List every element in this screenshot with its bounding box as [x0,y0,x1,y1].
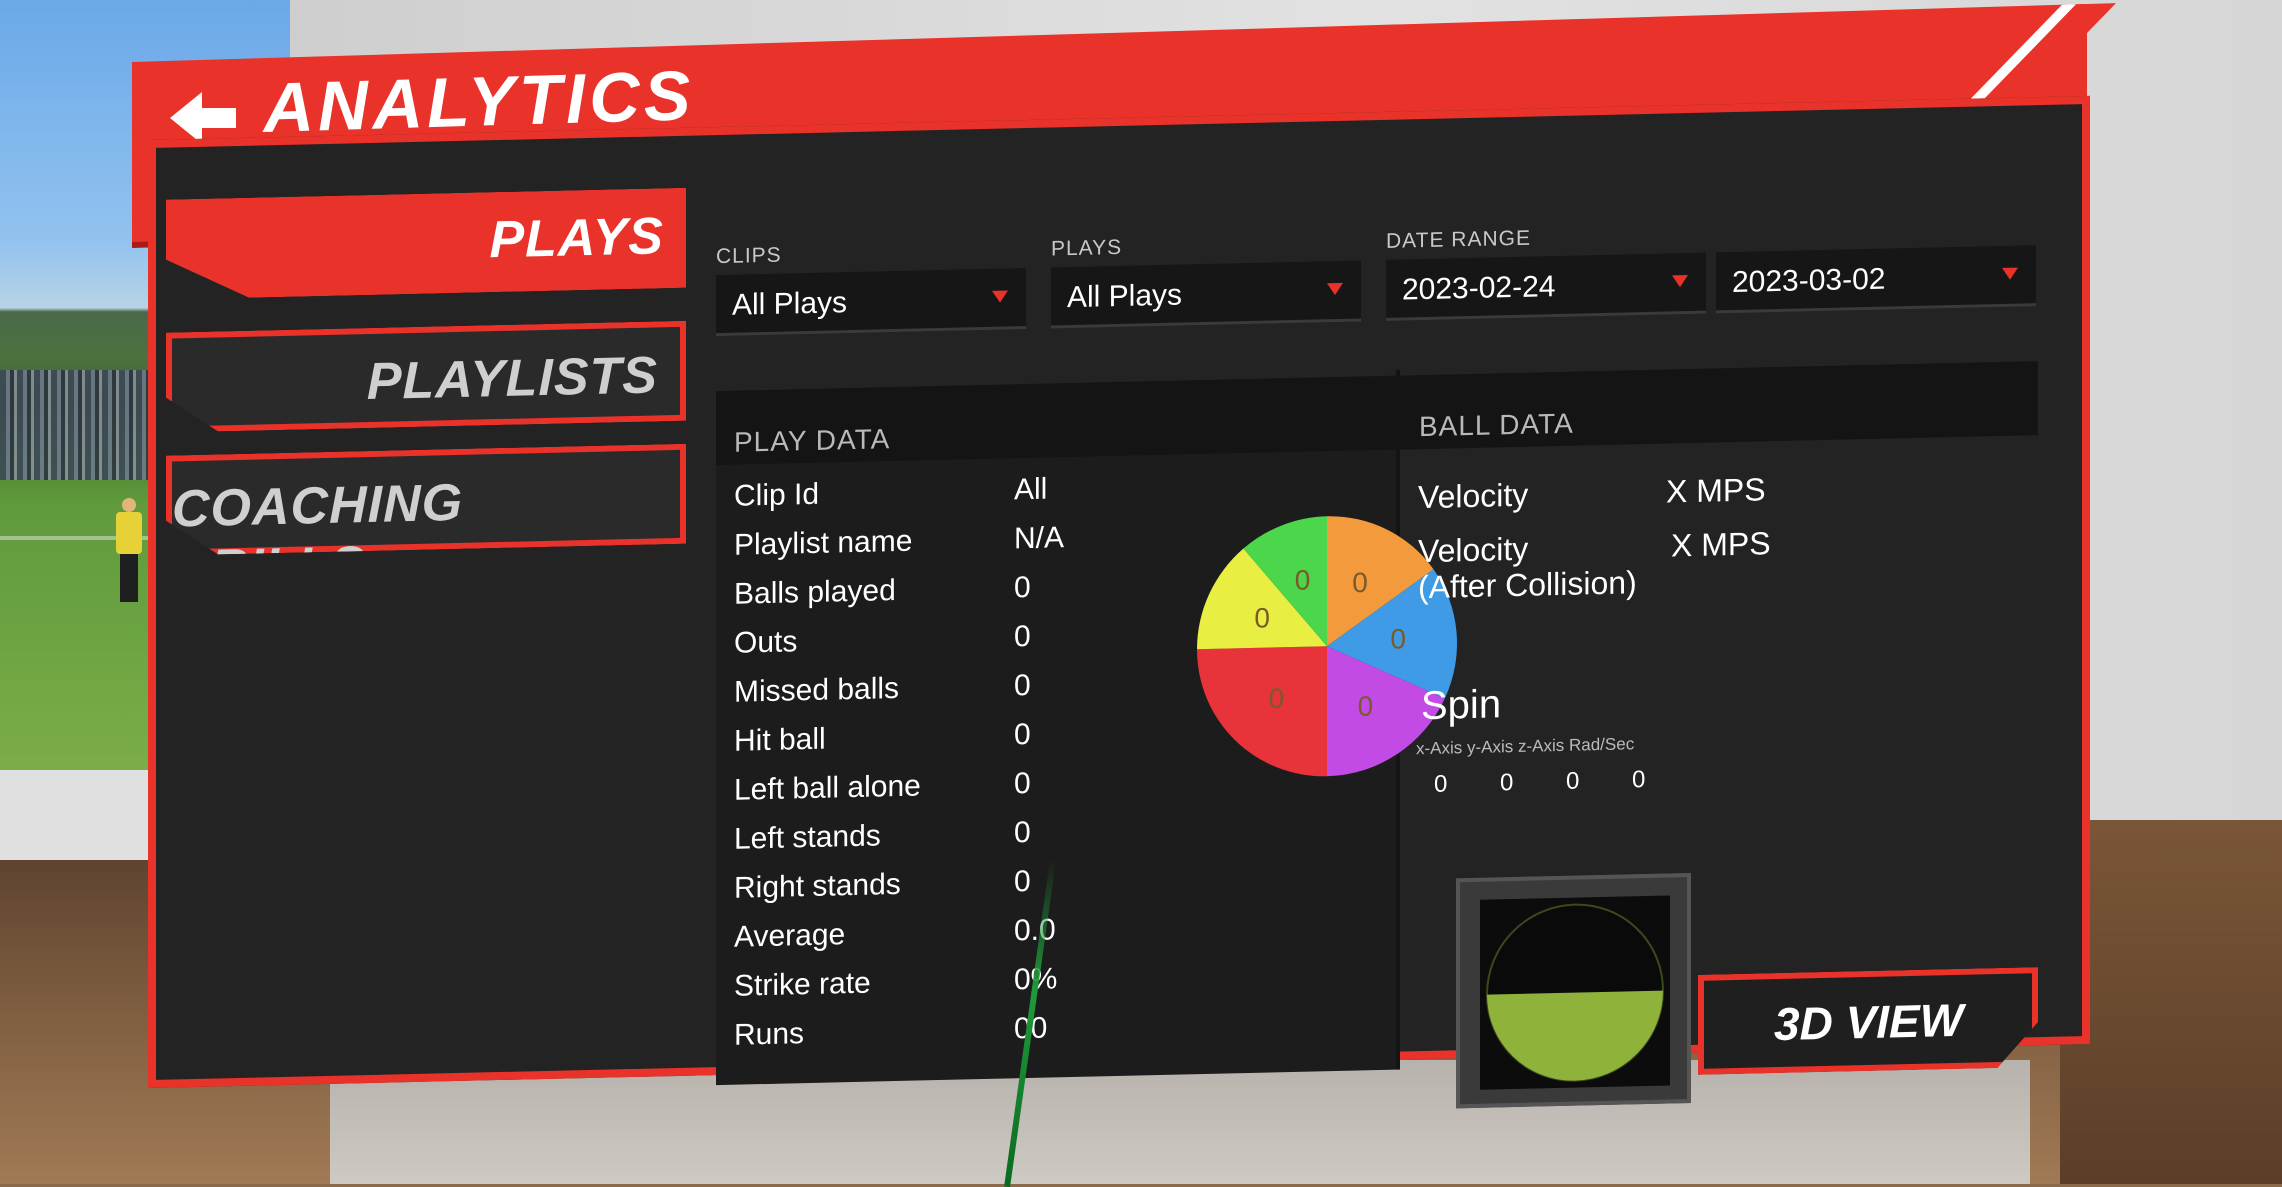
play-data-row-value: 0 [1014,766,1031,801]
ball-data-header: BALL DATA [1401,361,2038,450]
ball-icon [1486,903,1664,1083]
chevron-down-icon [2002,267,2018,280]
play-data-row-value: 0 [1014,717,1031,752]
date-to-value: 2023-03-02 [1732,262,1886,300]
spin-value: 0 [1500,769,1514,797]
date-from-dropdown[interactable]: 2023-02-24 [1386,252,1706,321]
tab-plays[interactable]: PLAYS [166,188,686,300]
tab-playlists[interactable]: PLAYLISTS [166,321,686,433]
plays-dropdown-value: All Plays [1067,278,1183,315]
play-data-row-value: All [1014,472,1048,507]
tab-plays-label: PLAYS [489,207,664,270]
tab-coaching-drills[interactable]: COACHING DRILLS [166,444,686,556]
play-data-row-label: Missed balls [734,671,900,709]
plays-dropdown[interactable]: All Plays [1051,260,1361,329]
play-data-row-label: Playlist name [734,524,913,562]
cricket-player [114,498,144,603]
velocity-after-label: Velocity [1418,530,1529,570]
pie-slice [1197,646,1327,777]
tab-coaching-drills-label: COACHING DRILLS [172,473,464,599]
pie-slice-label: 0 [1352,567,1368,598]
play-data-row-label: Balls played [734,574,896,611]
play-data-row-label: Left stands [734,819,881,856]
play-data-row-value: 0 [1014,668,1031,703]
chevron-down-icon [992,290,1008,303]
play-data-row-label: Runs [734,1017,805,1052]
date-range-label: DATE RANGE [1386,226,1531,253]
spin-axes-labels: x-Axis y-Axis z-Axis Rad/Sec [1416,734,1635,759]
chevron-down-icon [1327,282,1343,296]
ball-spin-preview [1456,872,1691,1109]
pie-slice-label: 0 [1254,602,1270,633]
velocity-label: Velocity [1418,476,1529,516]
play-data-row-label: Average [734,918,846,954]
velocity-after-sublabel: (After Collision) [1418,564,1637,606]
play-data-row-label: Left ball alone [734,769,921,807]
pie-slice-label: 0 [1269,683,1285,714]
play-data-row-value: 0 [1014,815,1031,850]
play-data-row-value: 0.0 [1014,913,1056,948]
spin-value: 0 [1632,766,1646,794]
wooden-cabinet [2060,820,2282,1184]
spin-title: Spin [1421,682,1502,729]
play-data-row-label: Clip Id [734,477,820,513]
spin-value: 0 [1434,770,1448,798]
play-data-title: PLAY DATA [734,423,891,458]
play-data-row-value: 0 [1014,619,1031,654]
floor-rug [330,1060,2030,1184]
pie-slice-label: 0 [1295,564,1311,595]
chevron-down-icon [1672,275,1688,288]
play-data-row-value: N/A [1014,521,1065,556]
date-from-value: 2023-02-24 [1402,270,1556,307]
plays-label: PLAYS [1051,235,1123,261]
clips-label: CLIPS [716,243,782,269]
play-data-row-label: Outs [734,625,798,660]
date-to-dropdown[interactable]: 2023-03-02 [1716,245,2036,314]
tab-playlists-label: PLAYLISTS [366,346,658,412]
3d-view-button[interactable]: 3D VIEW [1698,967,2038,1075]
velocity-after-value: X MPS [1671,525,1771,564]
play-data-row-value: 0 [1014,864,1031,899]
play-data-row-label: Right stands [734,867,901,905]
spin-value: 0 [1566,767,1580,795]
play-data-row-label: Strike rate [734,966,871,1003]
play-data-row-value: 0 [1014,570,1031,605]
pie-slice-label: 0 [1358,691,1374,722]
velocity-value: X MPS [1666,471,1766,510]
analytics-panel: PLAYS PLAYLISTS COACHING DRILLS CLIPS Al… [148,95,2090,1109]
pie-slice-label: 0 [1390,623,1406,654]
3d-view-label: 3D VIEW [1774,993,1964,1051]
ball-data-title: BALL DATA [1419,407,1574,443]
clips-dropdown[interactable]: All Plays [716,268,1026,337]
play-data-row-label: Hit ball [734,722,826,758]
clips-dropdown-value: All Plays [732,286,848,322]
